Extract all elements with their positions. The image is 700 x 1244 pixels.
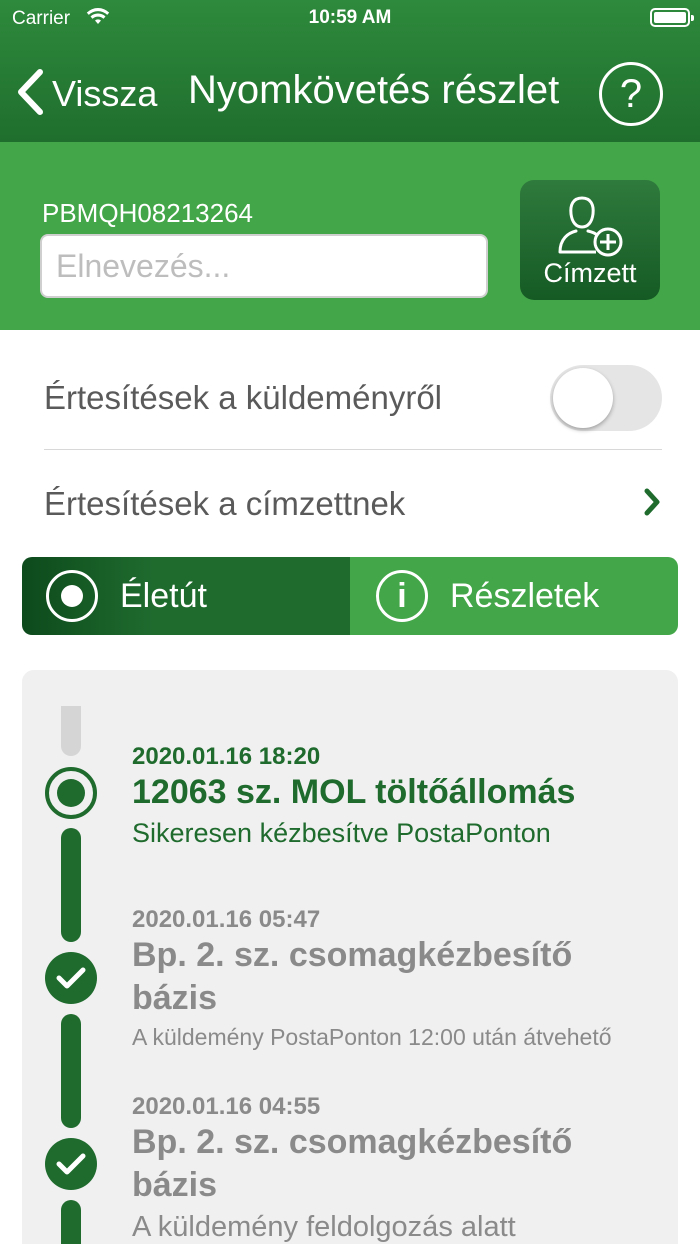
tab-eletut[interactable]: Életút <box>22 557 350 635</box>
battery-icon <box>650 8 694 27</box>
radio-dot-icon <box>46 570 98 622</box>
chevron-right-icon <box>642 487 662 522</box>
help-button[interactable]: ? <box>599 62 663 126</box>
timeline-event: 2020.01.16 04:55 Bp. 2. sz. csomagkézbes… <box>132 1093 652 1244</box>
tab-reszletek-label: Részletek <box>450 576 600 615</box>
shipment-panel: PBMQH08213264 Címzett <box>0 142 700 330</box>
tab-reszletek[interactable]: i Részletek <box>350 557 678 635</box>
shipment-notifications-toggle[interactable] <box>550 364 662 431</box>
timeline-rail-segment <box>61 1200 81 1244</box>
timeline-event: 2020.01.16 05:47 Bp. 2. sz. csomagkézbes… <box>132 906 652 1051</box>
shipment-notifications-row: Értesítések a küldeményről <box>44 346 662 450</box>
recipient-notifications-row[interactable]: Értesítések a címzettnek <box>44 452 662 556</box>
tab-eletut-label: Életút <box>120 576 207 615</box>
event-description: A küldemény feldolgozás alatt <box>132 1211 516 1243</box>
view-tabs: Életút i Részletek <box>22 557 678 635</box>
recipient-button-label: Címzett <box>543 258 637 288</box>
check-icon <box>45 952 97 1004</box>
status-bar: Carrier 10:59 AM <box>0 0 700 38</box>
event-place: 12063 sz. MOL töltőállomás <box>132 773 576 811</box>
toggle-knob <box>553 367 613 428</box>
timeline-rail-segment <box>61 828 81 942</box>
event-date: 2020.01.16 04:55 <box>132 1093 321 1120</box>
back-label: Vissza <box>52 73 158 114</box>
chevron-left-icon <box>16 68 44 120</box>
current-status-icon <box>45 767 97 819</box>
event-date: 2020.01.16 05:47 <box>132 906 321 933</box>
event-description: A küldemény PostaPonton 12:00 után átveh… <box>132 1024 612 1050</box>
tracking-number: PBMQH08213264 <box>42 198 254 228</box>
status-time: 10:59 AM <box>308 7 392 28</box>
recipient-notifications-label: Értesítések a címzettnek <box>44 485 406 522</box>
timeline-rail-segment <box>61 1014 81 1128</box>
timeline-rail-start <box>61 706 81 756</box>
event-description: Sikeresen kézbesítve PostaPonton <box>132 818 551 848</box>
shipment-notifications-label: Értesítések a küldeményről <box>44 378 443 416</box>
back-button[interactable]: Vissza <box>16 66 157 122</box>
timeline-event: 2020.01.16 18:20 12063 sz. MOL töltőállo… <box>132 743 652 849</box>
shipment-name-input[interactable] <box>40 234 488 298</box>
add-recipient-button[interactable]: Címzett <box>520 180 660 300</box>
check-icon <box>45 1138 97 1190</box>
page-title: Nyomkövetés részlet <box>188 68 560 112</box>
navigation-header: Carrier 10:59 AM Vissza Nyomkövetés rész… <box>0 0 700 142</box>
event-date: 2020.01.16 18:20 <box>132 743 321 770</box>
question-mark-icon: ? <box>619 71 643 116</box>
info-icon: i <box>376 570 428 622</box>
event-place: Bp. 2. sz. csomagkézbesítő bázis <box>132 936 573 1017</box>
add-user-icon <box>558 196 623 257</box>
event-place: Bp. 2. sz. csomagkézbesítő bázis <box>132 1123 573 1204</box>
